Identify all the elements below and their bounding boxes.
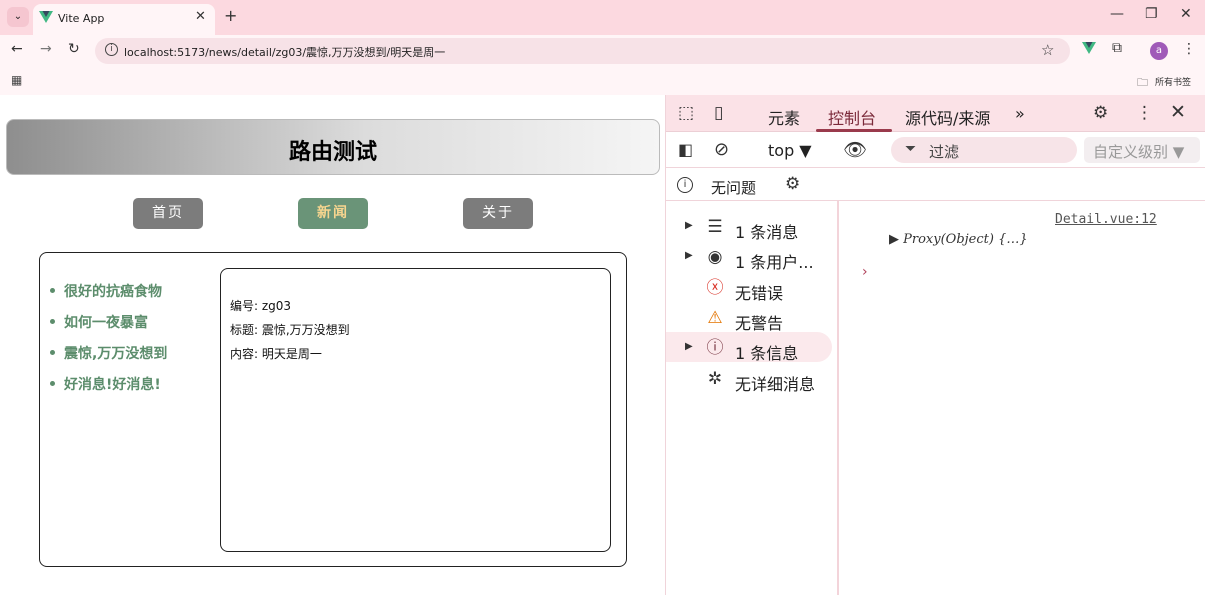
news-list: 很好的抗癌食物 如何一夜暴富 震惊,万万没想到 好消息!好消息! [50, 281, 167, 405]
vue-devtools-extension-icon[interactable] [1082, 42, 1096, 55]
live-expression-eye-icon[interactable]: 👁 [843, 138, 867, 161]
news-detail-panel: 编号: zg03 标题: 震惊,万万没想到 内容: 明天是周一 [220, 268, 611, 552]
browser-toolbar: ← → ↻ i localhost:5173/news/detail/zg03/… [0, 35, 1205, 67]
site-info-icon[interactable]: i [105, 43, 118, 56]
issues-info-icon: i [677, 177, 693, 193]
expand-arrow-icon[interactable]: ▶ [685, 341, 693, 352]
expand-arrow-icon[interactable]: ▶ [685, 250, 693, 261]
folder-icon[interactable]: 🗀 [1137, 74, 1148, 93]
bookmark-star-icon[interactable]: ☆ [1041, 41, 1054, 59]
browser-tab-bar: ⌄ Vite App ✕ + — ❐ ✕ [0, 0, 1205, 35]
console-sidebar: ▶ ☰ 1 条消息 ▶ ◉ 1 条用户... ⓧ 无错误 ⚠ 无警告 ▶ ⓘ 1… [666, 201, 839, 595]
inspect-element-icon[interactable]: ⬚ [678, 103, 694, 123]
more-tabs-chevron-icon[interactable]: » [1015, 104, 1025, 123]
detail-id: 编号: zg03 [230, 299, 292, 313]
filter-input[interactable]: ⏷ 过滤 [891, 137, 1077, 163]
page-header: 路由测试 [6, 119, 660, 175]
console-source-link[interactable]: Detail.vue:12 [1055, 212, 1157, 227]
tab-close-icon[interactable]: ✕ [195, 9, 206, 24]
issues-bar: i 无问题 ⚙ [666, 168, 1205, 201]
user-icon: ◉ [707, 247, 723, 267]
vue-logo-icon [39, 11, 53, 23]
devtools-tab-bar: ⬚ ▯ 元素 控制台 源代码/来源 » ⚙ ⋮ ✕ [666, 95, 1205, 132]
minimize-button[interactable]: — [1110, 6, 1124, 22]
apps-grid-icon[interactable]: ▦ [11, 73, 22, 87]
forward-arrow-icon[interactable]: → [40, 41, 52, 57]
new-tab-button[interactable]: + [224, 6, 237, 25]
sidebar-item-label: 1 条信息 [735, 344, 799, 363]
tab-search-chevron-icon[interactable]: ⌄ [7, 7, 29, 27]
sidebar-item-messages[interactable]: ▶ ☰ 1 条消息 [666, 211, 832, 242]
sidebar-item-label: 无错误 [735, 284, 784, 303]
news-list-item[interactable]: 很好的抗癌食物 [50, 281, 167, 312]
sidebar-item-errors[interactable]: ⓧ 无错误 [666, 272, 832, 303]
nav-news-link[interactable]: 新闻 [298, 198, 368, 229]
bug-icon: ✲ [707, 369, 723, 389]
close-devtools-icon[interactable]: ✕ [1170, 101, 1186, 123]
sidebar-item-info[interactable]: ▶ ⓘ 1 条信息 [666, 332, 832, 363]
context-selector[interactable]: top ▼ [768, 141, 812, 160]
detail-content: 内容: 明天是周一 [230, 347, 322, 361]
tab-console[interactable]: 控制台 [828, 105, 876, 129]
devtools-panel: ⬚ ▯ 元素 控制台 源代码/来源 » ⚙ ⋮ ✕ ◧ ⊘ top ▼ 👁 ⏷ … [665, 95, 1205, 595]
sidebar-item-label: 无警告 [735, 314, 784, 333]
settings-gear-icon[interactable]: ⚙ [1093, 103, 1108, 123]
toggle-sidebar-icon[interactable]: ◧ [678, 140, 693, 159]
nav-home-link[interactable]: 首页 [133, 198, 203, 229]
news-container: 很好的抗癌食物 如何一夜暴富 震惊,万万没想到 好消息!好消息! 编号: zg0… [39, 252, 627, 567]
all-bookmarks-link[interactable]: 所有书签 [1155, 75, 1191, 88]
tab-title: Vite App [58, 12, 105, 25]
console-filter-bar: ◧ ⊘ top ▼ 👁 ⏷ 过滤 自定义级别 ▼ [666, 132, 1205, 168]
console-log-entry[interactable]: ▶ Proxy(Object) {…} [889, 232, 1028, 247]
filter-placeholder: 过滤 [929, 143, 960, 161]
tab-elements[interactable]: 元素 [768, 105, 800, 129]
sidebar-item-warnings[interactable]: ⚠ 无警告 [666, 302, 832, 333]
news-list-item[interactable]: 好消息!好消息! [50, 374, 167, 405]
reload-icon[interactable]: ↻ [68, 41, 80, 57]
nav-about-link[interactable]: 关于 [463, 198, 533, 229]
log-levels-dropdown[interactable]: 自定义级别 ▼ [1084, 137, 1200, 163]
clear-console-icon[interactable]: ⊘ [714, 139, 729, 160]
list-icon: ☰ [707, 217, 723, 237]
restore-button[interactable]: ❐ [1145, 6, 1158, 22]
console-prompt[interactable]: › [862, 264, 868, 280]
url-text[interactable]: localhost:5173/news/detail/zg03/震惊,万万没想到… [124, 44, 445, 60]
filter-funnel-icon: ⏷ [905, 141, 917, 157]
browser-tab[interactable]: Vite App ✕ [33, 4, 215, 35]
browser-menu-icon[interactable]: ⋮ [1182, 41, 1196, 57]
page-viewport: 路由测试 首页 新闻 关于 很好的抗癌食物 如何一夜暴富 震惊,万万没想到 好消… [0, 95, 665, 595]
news-list-item[interactable]: 如何一夜暴富 [50, 312, 167, 343]
profile-avatar[interactable]: a [1150, 42, 1168, 60]
console-output: Detail.vue:12 ▶ Proxy(Object) {…} › [841, 201, 1205, 595]
news-list-item[interactable]: 震惊,万万没想到 [50, 343, 167, 374]
info-icon: ⓘ [706, 338, 724, 358]
address-bar[interactable]: i localhost:5173/news/detail/zg03/震惊,万万没… [95, 38, 1070, 64]
sidebar-item-label: 无详细消息 [735, 375, 816, 394]
page-title: 路由测试 [288, 140, 377, 165]
detail-title: 标题: 震惊,万万没想到 [230, 323, 350, 337]
sidebar-item-label: 1 条用户... [735, 253, 814, 272]
error-icon: ⓧ [706, 278, 724, 298]
bookmarks-bar: ▦ 🗀 所有书签 [0, 67, 1205, 95]
sidebar-item-label: 1 条消息 [735, 223, 799, 242]
more-options-icon[interactable]: ⋮ [1136, 103, 1153, 123]
warning-icon: ⚠ [707, 308, 723, 328]
back-arrow-icon[interactable]: ← [11, 41, 23, 57]
window-close-button[interactable]: ✕ [1180, 6, 1192, 22]
log-levels-label: 自定义级别 ▼ [1093, 143, 1185, 161]
device-toolbar-icon[interactable]: ▯ [714, 103, 723, 123]
issues-label[interactable]: 无问题 [711, 177, 756, 198]
extensions-puzzle-icon[interactable]: ⧉ [1112, 40, 1122, 56]
sidebar-item-verbose[interactable]: ✲ 无详细消息 [666, 363, 832, 394]
expand-arrow-icon[interactable]: ▶ [685, 220, 693, 231]
console-settings-icon[interactable]: ⚙ [785, 174, 800, 194]
sidebar-item-user-messages[interactable]: ▶ ◉ 1 条用户... [666, 241, 832, 272]
tab-sources[interactable]: 源代码/来源 [905, 105, 990, 129]
